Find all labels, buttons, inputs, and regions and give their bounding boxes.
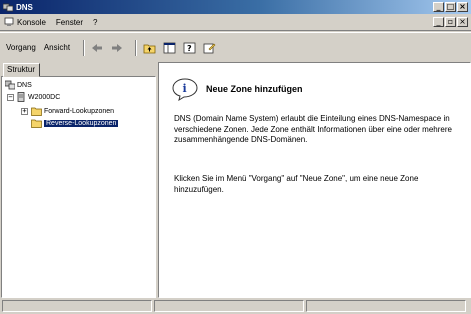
help-button[interactable]: ?: [182, 41, 196, 55]
toolbar: Vorgang Ansicht ?: [0, 32, 471, 62]
up-folder-icon: [143, 44, 155, 53]
tree-node-server[interactable]: W2000DC: [17, 92, 60, 102]
tree-node-reverse-zones[interactable]: Reverse-Lookupzonen: [31, 118, 119, 128]
forward-expander[interactable]: +: [21, 108, 28, 115]
child-minimize-button[interactable]: _: [433, 17, 444, 27]
up-button[interactable]: [142, 41, 156, 55]
instruction-text: Klicken Sie im Menü "Vorgang" auf "Neue …: [174, 174, 419, 194]
toolbar-separator: [135, 39, 138, 56]
show-hide-tree-button[interactable]: [162, 41, 176, 55]
menu-fenster[interactable]: Fenster: [56, 18, 83, 27]
child-restore-button[interactable]: ▫: [445, 17, 456, 27]
window-title: DNS: [16, 2, 33, 12]
details-pane: i Neue Zone hinzufügen DNS (Domain Name …: [158, 62, 471, 298]
svg-text:?: ?: [187, 44, 192, 53]
toolbar-separator: [83, 39, 86, 56]
menu-konsole-label: Konsole: [17, 17, 46, 27]
info-icon: i: [172, 78, 198, 101]
back-icon: [92, 43, 103, 52]
dns-app-icon: [5, 80, 15, 90]
back-button[interactable]: [90, 41, 104, 55]
close-button[interactable]: ×: [457, 2, 468, 12]
tree-node-reverse-label: Reverse-Lookupzonen: [44, 119, 119, 127]
tree-node-dns-label: DNS: [17, 81, 32, 89]
tree-view[interactable]: DNS − W2000DC + Forward-Lookupzonen Reve…: [1, 76, 156, 298]
ansicht-menu[interactable]: Ansicht: [44, 43, 70, 52]
menu-help-label: ?: [93, 17, 98, 27]
forward-button[interactable]: [110, 41, 124, 55]
menu-fenster-label: Fenster: [55, 17, 84, 27]
vorgang-menu[interactable]: Vorgang: [6, 43, 36, 52]
dns-app-icon: [3, 3, 13, 12]
tree-node-forward-zones[interactable]: Forward-Lookupzonen: [31, 106, 114, 116]
properties-button[interactable]: [202, 41, 216, 55]
folder-icon: [31, 107, 42, 116]
server-icon: [17, 92, 25, 102]
console-icon: [4, 17, 14, 26]
menu-bar: Konsole Fenster ? _ ▫ ×: [0, 14, 471, 31]
tab-struktur[interactable]: Struktur: [3, 63, 40, 77]
tree-node-server-label: W2000DC: [28, 93, 61, 101]
child-close-button[interactable]: ×: [457, 17, 468, 27]
properties-icon: [203, 43, 215, 53]
status-panel: [306, 300, 466, 312]
status-panel: [154, 300, 304, 312]
folder-icon: [31, 119, 42, 128]
tree-node-forward-label: Forward-Lookupzonen: [44, 107, 115, 115]
title-bar[interactable]: DNS _ □ ×: [0, 0, 471, 14]
menu-konsole[interactable]: Konsole: [4, 17, 46, 27]
show-pane-icon: [163, 42, 175, 53]
description-text: DNS (Domain Name System) erlaubt die Ein…: [174, 114, 452, 144]
tree-node-dns[interactable]: DNS: [5, 80, 32, 90]
maximize-button[interactable]: □: [445, 2, 456, 12]
minimize-button[interactable]: _: [433, 2, 444, 12]
status-panel: [2, 300, 152, 312]
menu-help[interactable]: ?: [93, 18, 97, 27]
server-expander[interactable]: −: [7, 94, 14, 101]
tree-pane: Struktur DNS − W2000DC + Forward-Lookupz…: [0, 62, 157, 298]
page-title: Neue Zone hinzufügen: [206, 84, 303, 94]
status-bar: [0, 298, 471, 314]
forward-icon: [112, 43, 123, 52]
help-icon: ?: [183, 42, 195, 53]
svg-text:i: i: [183, 82, 187, 95]
